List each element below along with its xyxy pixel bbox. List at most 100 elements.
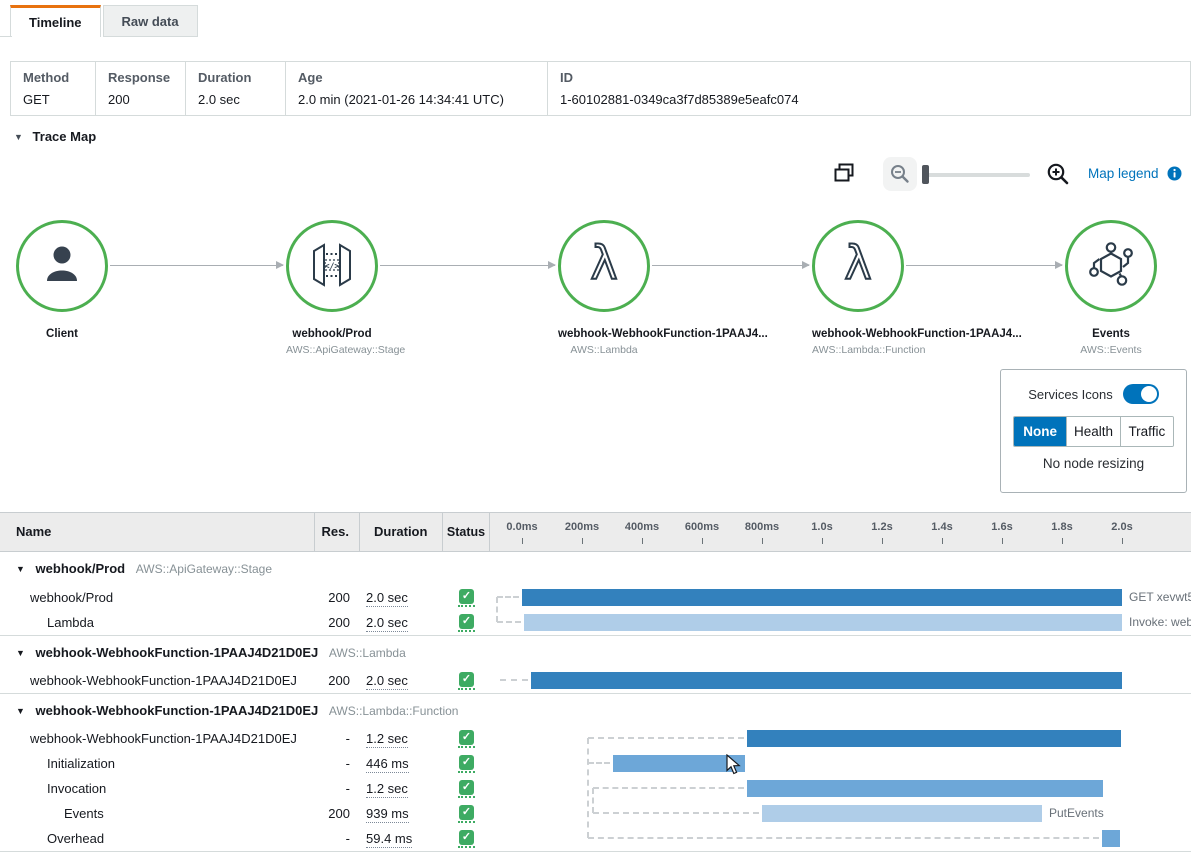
group-name: webhook-WebhookFunction-1PAAJ4D21D0EJ (36, 703, 319, 718)
timeline-table: Name Res. Duration Status 0.0ms200ms400m… (0, 512, 1191, 852)
timeline-bar[interactable] (531, 672, 1122, 689)
fit-view-icon[interactable] (834, 163, 854, 185)
time-tick-mark (702, 538, 703, 544)
status-dots (458, 746, 475, 748)
time-tick-mark (642, 538, 643, 544)
tab-raw-data[interactable]: Raw data (103, 5, 198, 37)
connector-dash (588, 762, 610, 764)
map-edge (906, 265, 1062, 266)
segment-duration[interactable]: 59.4 ms (360, 831, 443, 846)
arrowhead-icon (802, 261, 810, 269)
map-node-name: webhook/Prod (286, 328, 378, 340)
zoom-out-button[interactable] (883, 157, 917, 191)
duration-value: 2.0 sec (198, 90, 285, 110)
segment-name: Overhead (0, 831, 315, 846)
segment-duration[interactable]: 939 ms (360, 806, 443, 821)
map-node-webhook-webhookfunction-1paaj4-[interactable]: λ webhook-WebhookFunction-1PAAJ4... AWS:… (812, 220, 904, 356)
connector-dash (496, 597, 498, 622)
check-icon: ✓ (459, 780, 474, 795)
segment-duration[interactable]: 1.2 sec (360, 731, 443, 746)
segment-duration[interactable]: 2.0 sec (360, 615, 443, 630)
node-view-segmented-control: NoneHealthTraffic (1013, 416, 1174, 447)
status-dots (458, 630, 475, 632)
segment-group-header[interactable]: ▼ webhook-WebhookFunction-1PAAJ4D21D0EJ … (0, 693, 1191, 726)
segment-duration[interactable]: 1.2 sec (360, 781, 443, 796)
map-node-type: AWS::Events (1065, 344, 1157, 356)
segment-status[interactable]: ✓ (443, 672, 490, 690)
response-header: Response (108, 68, 185, 90)
time-tick-label: 1.8s (1051, 521, 1072, 533)
chevron-down-icon: ▼ (14, 132, 23, 142)
timeline-bar[interactable] (747, 730, 1121, 747)
segment-duration[interactable]: 446 ms (360, 756, 443, 771)
segment-group-header[interactable]: ▼ webhook-WebhookFunction-1PAAJ4D21D0EJ … (0, 635, 1191, 668)
connector-dash (587, 738, 589, 838)
segment-status[interactable]: ✓ (443, 614, 490, 632)
segment-group-header[interactable]: ▼ webhook/Prod AWS::ApiGateway::Stage (0, 552, 1191, 585)
group-type: AWS::ApiGateway::Stage (136, 562, 272, 576)
timeline-table-header: Name Res. Duration Status 0.0ms200ms400m… (0, 512, 1191, 552)
timeline-bar[interactable] (522, 589, 1122, 606)
timeline-bar[interactable] (1102, 830, 1120, 847)
segment-status[interactable]: ✓ (443, 805, 490, 823)
segment-status[interactable]: ✓ (443, 730, 490, 748)
map-node-events[interactable]: Events AWS::Events (1065, 220, 1157, 356)
check-icon: ✓ (459, 830, 474, 845)
segment-status[interactable]: ✓ (443, 755, 490, 773)
timeline-row[interactable]: webhook-WebhookFunction-1PAAJ4D21D0EJ 20… (0, 668, 1191, 693)
svg-text:</>: </> (325, 261, 340, 270)
segment-response: 200 (315, 806, 360, 821)
segment-button-none[interactable]: None (1014, 417, 1067, 446)
response-value: 200 (108, 90, 185, 110)
segment-response: 200 (315, 590, 360, 605)
bar-label: Invoke: webho (1129, 615, 1191, 629)
time-tick-mark (822, 538, 823, 544)
map-zoom-slider-handle[interactable] (922, 165, 929, 184)
segment-name: Lambda (0, 615, 315, 630)
map-node-client[interactable]: Client (16, 220, 108, 340)
timeline-row[interactable]: Lambda 200 2.0 sec ✓ Invoke: webho (0, 610, 1191, 635)
map-node-webhook-webhookfunction-1paaj4-[interactable]: λ webhook-WebhookFunction-1PAAJ4... AWS:… (558, 220, 650, 356)
status-dots (458, 796, 475, 798)
segment-response: - (315, 731, 360, 746)
time-tick-label: 2.0s (1111, 521, 1132, 533)
arrowhead-icon (276, 261, 284, 269)
segment-status[interactable]: ✓ (443, 830, 490, 848)
segment-button-traffic[interactable]: Traffic (1121, 417, 1173, 446)
time-tick-mark (1002, 538, 1003, 544)
connector-dash (593, 812, 759, 814)
check-icon: ✓ (459, 614, 474, 629)
segment-name: webhook-WebhookFunction-1PAAJ4D21D0EJ (0, 731, 315, 746)
trace-map-toggle[interactable]: ▼ Trace Map (14, 129, 1191, 149)
segment-response: 200 (315, 673, 360, 688)
map-node-webhook-prod[interactable]: </> webhook/Prod AWS::ApiGateway::Stage (286, 220, 378, 356)
connector-dash (588, 837, 1099, 839)
tab-timeline-label: Timeline (29, 15, 82, 30)
timeline-bar[interactable] (747, 780, 1103, 797)
segment-name: Initialization (0, 756, 315, 771)
time-tick-mark (1122, 538, 1123, 544)
segment-name: webhook-WebhookFunction-1PAAJ4D21D0EJ (0, 673, 315, 688)
col-header-status: Status (443, 513, 490, 551)
time-tick-label: 400ms (625, 521, 659, 533)
time-tick-mark (582, 538, 583, 544)
id-value: 1-60102881-0349ca3f7d85389e5eafc074 (560, 90, 1190, 110)
segment-duration[interactable]: 2.0 sec (360, 673, 443, 688)
map-node-name: webhook-WebhookFunction-1PAAJ4... (812, 328, 904, 340)
timeline-bar[interactable] (524, 614, 1122, 631)
map-zoom-slider[interactable] (922, 173, 1030, 177)
zoom-in-button[interactable] (1046, 162, 1070, 189)
info-icon[interactable] (1167, 166, 1182, 184)
mouse-cursor (726, 754, 741, 778)
timeline-bar[interactable] (762, 805, 1042, 822)
tab-timeline[interactable]: Timeline (10, 5, 101, 37)
timeline-row[interactable]: webhook/Prod 200 2.0 sec ✓ GET xevwt5kl (0, 585, 1191, 610)
services-icons-toggle[interactable] (1123, 384, 1159, 404)
segment-button-health[interactable]: Health (1067, 417, 1120, 446)
segment-status[interactable]: ✓ (443, 589, 490, 607)
segment-status[interactable]: ✓ (443, 780, 490, 798)
map-legend-link[interactable]: Map legend (1088, 166, 1159, 181)
magnifier-plus-icon (1046, 162, 1070, 186)
services-icons-label: Services Icons (1028, 387, 1113, 402)
segment-duration[interactable]: 2.0 sec (360, 590, 443, 605)
